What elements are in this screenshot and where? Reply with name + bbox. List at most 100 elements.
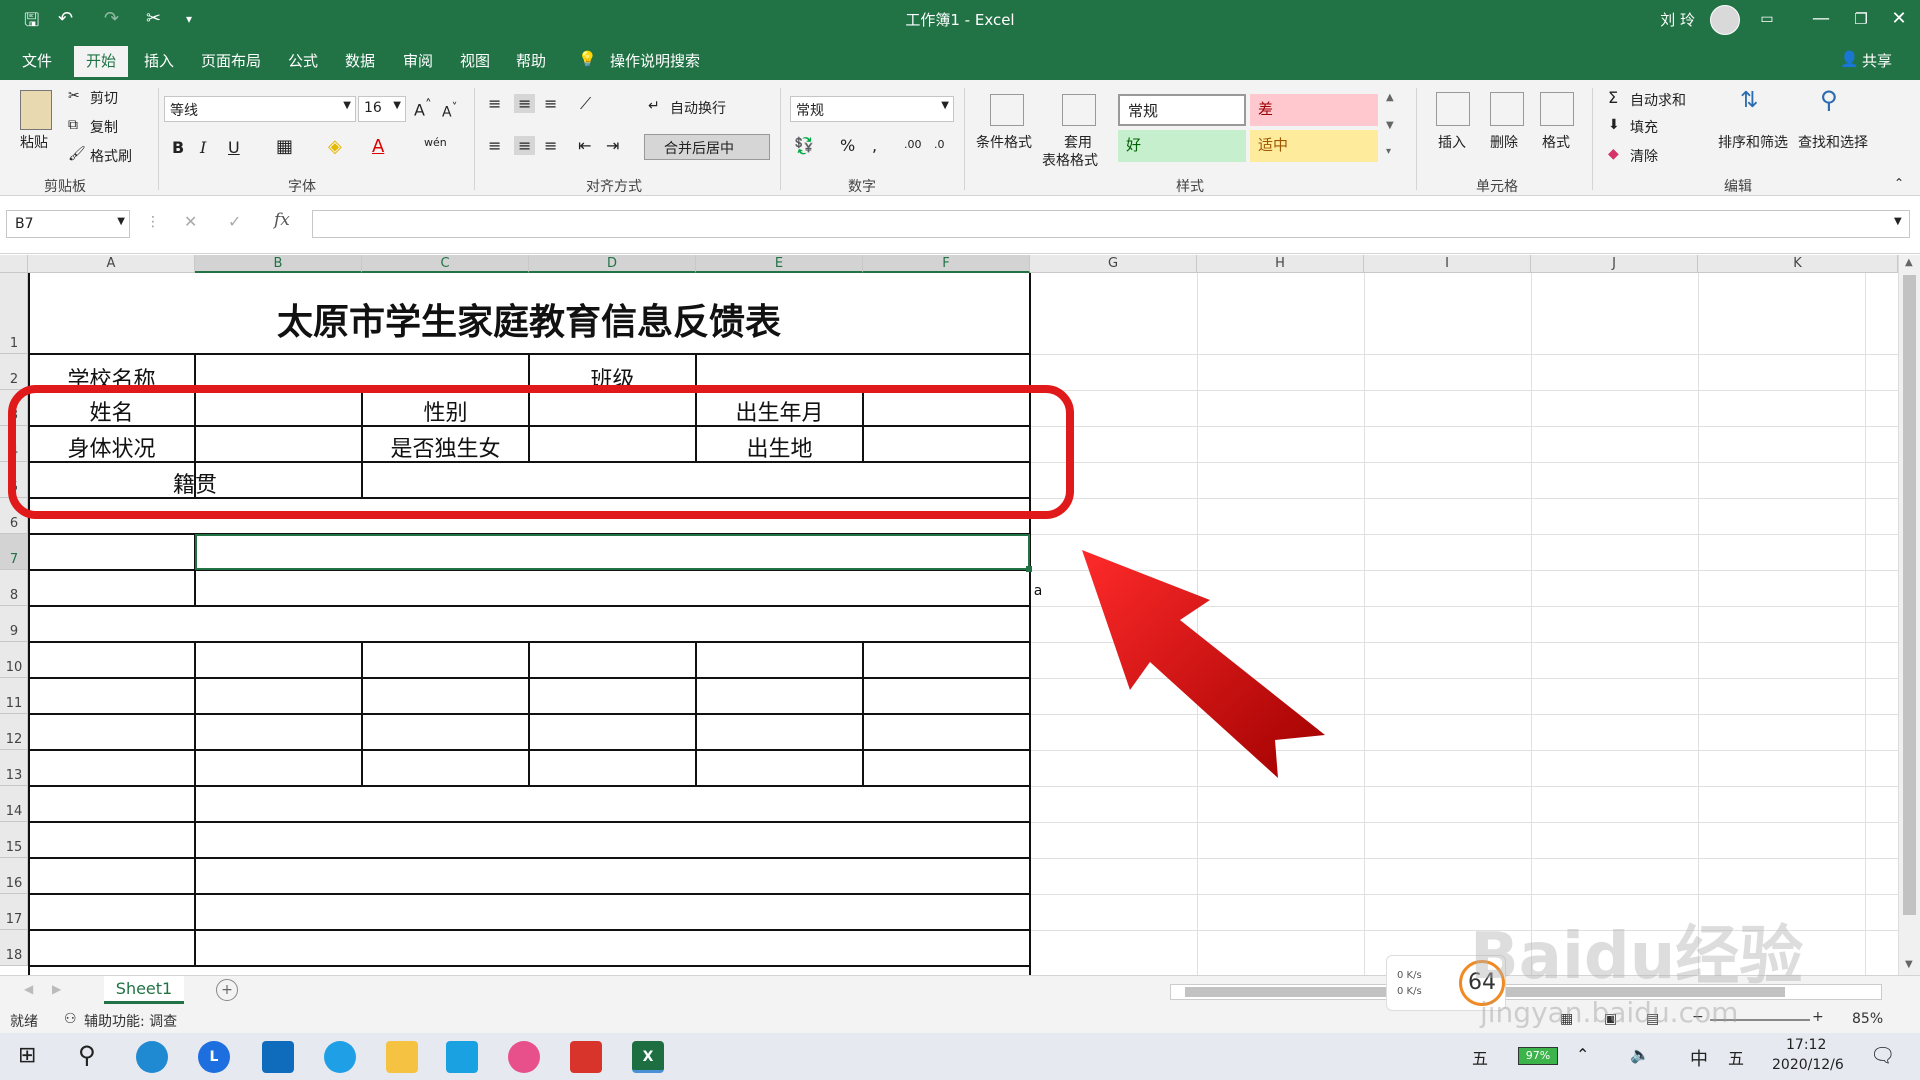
ribbon-display-icon[interactable]: ▭ bbox=[1754, 6, 1780, 32]
row-header[interactable]: 14 bbox=[0, 786, 28, 822]
italic-button[interactable]: I bbox=[200, 138, 206, 157]
file-explorer-icon[interactable] bbox=[386, 1041, 418, 1073]
copy-icon[interactable]: ⧉ bbox=[68, 117, 78, 133]
row-header[interactable]: 15 bbox=[0, 822, 28, 858]
fill-icon[interactable]: ⬇ bbox=[1608, 117, 1620, 133]
copy-button[interactable]: 复制 bbox=[90, 117, 118, 137]
table-format-button-2[interactable]: 表格格式 bbox=[1042, 150, 1098, 170]
currency-icon[interactable]: 💱 bbox=[794, 136, 814, 155]
edge-icon[interactable] bbox=[136, 1041, 168, 1073]
avatar[interactable] bbox=[1710, 5, 1740, 35]
scroll-up-icon[interactable]: ▲ bbox=[1905, 257, 1913, 268]
find-select-icon[interactable]: ⚲ bbox=[1820, 86, 1838, 114]
scroll-down-icon[interactable]: ▼ bbox=[1905, 959, 1913, 970]
delete-cells-button[interactable]: 删除 bbox=[1490, 132, 1518, 152]
battery-indicator[interactable]: 97% bbox=[1518, 1047, 1558, 1065]
row-header[interactable]: 13 bbox=[0, 750, 28, 786]
row-header[interactable]: 17 bbox=[0, 894, 28, 930]
excel-taskbar-icon[interactable]: X bbox=[632, 1041, 664, 1073]
insert-cells-button[interactable]: 插入 bbox=[1438, 132, 1466, 152]
eraser-icon[interactable]: ◆ bbox=[1608, 146, 1619, 162]
number-format-select[interactable]: 常规 ▼ bbox=[790, 96, 954, 122]
name-box[interactable]: B7 ▼ bbox=[6, 210, 130, 238]
row-header[interactable]: 16 bbox=[0, 858, 28, 894]
select-all-corner[interactable] bbox=[0, 255, 28, 273]
paste-button[interactable]: 粘贴 bbox=[20, 132, 48, 152]
conditional-format-button[interactable]: 条件格式 bbox=[976, 132, 1032, 152]
sort-filter-button[interactable]: 排序和筛选 bbox=[1718, 132, 1788, 152]
clear-button[interactable]: 清除 bbox=[1630, 146, 1658, 166]
phonetic-icon[interactable]: wén bbox=[424, 136, 447, 149]
selected-cell[interactable] bbox=[195, 534, 1030, 570]
find-select-button[interactable]: 查找和选择 bbox=[1798, 132, 1868, 152]
column-header[interactable]: C bbox=[362, 255, 529, 273]
sheet-tab[interactable]: Sheet1 bbox=[104, 976, 184, 1004]
paste-icon[interactable] bbox=[20, 90, 52, 130]
app-red-icon[interactable] bbox=[570, 1041, 602, 1073]
style-neutral[interactable]: 适中 bbox=[1250, 130, 1378, 162]
align-center-icon[interactable]: ≡ bbox=[514, 136, 536, 155]
font-size-select[interactable]: 16 ▼ bbox=[358, 96, 406, 122]
style-normal[interactable]: 常规 bbox=[1118, 94, 1246, 126]
cancel-icon[interactable]: ✕ bbox=[184, 212, 197, 231]
accessibility-status[interactable]: 辅助功能: 调查 bbox=[84, 1011, 177, 1031]
close-icon[interactable]: ✕ bbox=[1886, 6, 1912, 32]
row-header[interactable]: 10 bbox=[0, 642, 28, 678]
font-color-icon[interactable]: A bbox=[372, 136, 384, 157]
fill-button[interactable]: 填充 bbox=[1630, 117, 1658, 137]
add-sheet-icon[interactable]: + bbox=[216, 979, 238, 1001]
tab-home[interactable]: 开始 bbox=[74, 46, 129, 80]
row-header[interactable]: 11 bbox=[0, 678, 28, 714]
zoom-in-icon[interactable]: + bbox=[1812, 1009, 1824, 1025]
increase-font-icon[interactable]: A˄ bbox=[414, 98, 432, 119]
decrease-indent-icon[interactable]: ⇤ bbox=[578, 136, 591, 155]
row-header[interactable]: 2 bbox=[0, 354, 28, 390]
vertical-scrollbar[interactable]: ▲ ▼ bbox=[1898, 255, 1920, 975]
styles-scroll-up-icon[interactable]: ▲ bbox=[1386, 92, 1394, 103]
styles-more-icon[interactable]: ▾ bbox=[1386, 146, 1391, 157]
format-painter-button[interactable]: 格式刷 bbox=[90, 146, 132, 166]
row-header[interactable]: 12 bbox=[0, 714, 28, 750]
increase-decimal-icon[interactable]: .00 bbox=[904, 138, 922, 151]
decrease-font-icon[interactable]: A˅ bbox=[442, 100, 457, 121]
cut-icon[interactable]: ✂ bbox=[68, 88, 80, 104]
row-header[interactable]: 7 bbox=[0, 534, 28, 570]
cut-button[interactable]: 剪切 bbox=[90, 88, 118, 108]
app-paint-icon[interactable] bbox=[508, 1041, 540, 1073]
column-header[interactable]: D bbox=[529, 255, 696, 273]
format-painter-icon[interactable]: 🖌 bbox=[68, 146, 86, 162]
mail-icon[interactable] bbox=[262, 1041, 294, 1073]
autosum-button[interactable]: 自动求和 bbox=[1630, 90, 1686, 110]
search-icon[interactable]: ⚲ bbox=[78, 1041, 96, 1069]
fill-color-icon[interactable]: ◈ bbox=[328, 136, 342, 157]
restore-icon[interactable]: ❐ bbox=[1848, 6, 1874, 32]
row-header[interactable]: 1 bbox=[0, 273, 28, 354]
wrap-text-button[interactable]: 自动换行 bbox=[670, 98, 726, 118]
autosum-icon[interactable]: Σ bbox=[1608, 88, 1618, 107]
delete-cells-icon[interactable] bbox=[1490, 92, 1524, 126]
minimize-icon[interactable]: — bbox=[1808, 6, 1834, 32]
tab-view[interactable]: 视图 bbox=[460, 50, 490, 71]
align-top-icon[interactable]: ≡ bbox=[488, 94, 501, 113]
row-header[interactable]: 18 bbox=[0, 930, 28, 966]
tab-formulas[interactable]: 公式 bbox=[288, 50, 318, 71]
volume-icon[interactable]: 🔈 bbox=[1630, 1045, 1650, 1064]
align-bottom-icon[interactable]: ≡ bbox=[544, 94, 557, 113]
border-icon[interactable]: ▦ bbox=[276, 136, 293, 157]
insert-cells-icon[interactable] bbox=[1436, 92, 1470, 126]
column-header[interactable]: G bbox=[1030, 255, 1197, 273]
orientation-icon[interactable]: ⟋ bbox=[580, 94, 591, 114]
clock-time[interactable]: 17:12 bbox=[1786, 1037, 1826, 1053]
column-header[interactable]: K bbox=[1698, 255, 1898, 273]
align-right-icon[interactable]: ≡ bbox=[544, 136, 557, 155]
increase-indent-icon[interactable]: ⇥ bbox=[606, 136, 619, 155]
tray-expand-icon[interactable]: ⌃ bbox=[1576, 1045, 1589, 1064]
sheet-prev-icon[interactable]: ◀ bbox=[24, 982, 33, 996]
format-cells-button[interactable]: 格式 bbox=[1542, 132, 1570, 152]
fill-handle[interactable] bbox=[1026, 566, 1032, 572]
ie-icon[interactable] bbox=[324, 1041, 356, 1073]
decrease-decimal-icon[interactable]: .0 bbox=[934, 138, 945, 151]
merge-center-button[interactable]: 合并后居中 bbox=[644, 134, 770, 160]
table-format-button-1[interactable]: 套用 bbox=[1064, 132, 1092, 152]
wrap-text-icon[interactable]: ↵ bbox=[648, 98, 660, 114]
